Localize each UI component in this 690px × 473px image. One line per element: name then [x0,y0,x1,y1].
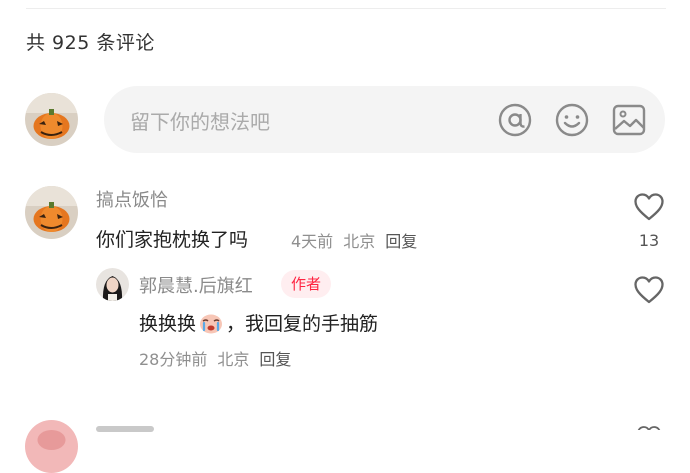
reply-location: 北京 [217,350,250,369]
image-icon[interactable] [611,102,647,138]
heart-icon[interactable] [633,192,665,226]
like-count: 13 [638,231,660,250]
author-badge: 作者 [281,270,332,298]
crying-emoji-icon [198,312,224,334]
author-username[interactable]: 郭晨慧.后旗红 [139,272,253,298]
reply-button[interactable]: 回复 [385,232,417,251]
reply-time: 28分钟前 [139,350,208,369]
top-divider [26,8,666,9]
comment-location: 北京 [343,232,376,251]
next-commenter-username[interactable] [96,424,156,434]
comment-text: 你们家抱枕换了吗 [96,229,249,251]
comment-input-placeholder: 留下你的想法吧 [130,110,270,134]
next-heart-icon[interactable] [636,425,662,430]
reply-to-reply-button[interactable]: 回复 [259,350,291,369]
reply-text-end: ，我回复的手抽筋 [226,313,379,335]
emoji-icon[interactable] [554,102,590,138]
comment-input[interactable]: 留下你的想法吧 [104,86,665,153]
at-icon[interactable] [497,102,533,138]
reply-text: 换换换 ，我回复的手抽筋 [139,309,378,336]
author-avatar[interactable] [96,268,129,301]
commenter-avatar[interactable] [25,186,78,239]
reply-text-start: 换换换 [139,313,197,335]
heart-icon[interactable] [633,275,665,309]
comment-count: 共 925 条评论 [26,32,155,54]
comment-meta: 4天前 北京 回复 [291,228,417,252]
commenter-username[interactable]: 搞点饭恰 [96,186,168,212]
reply-meta: 28分钟前 北京 回复 [139,346,291,370]
comment-time: 4天前 [291,232,334,251]
next-commenter-avatar[interactable] [25,420,78,473]
current-user-avatar[interactable] [25,93,78,146]
